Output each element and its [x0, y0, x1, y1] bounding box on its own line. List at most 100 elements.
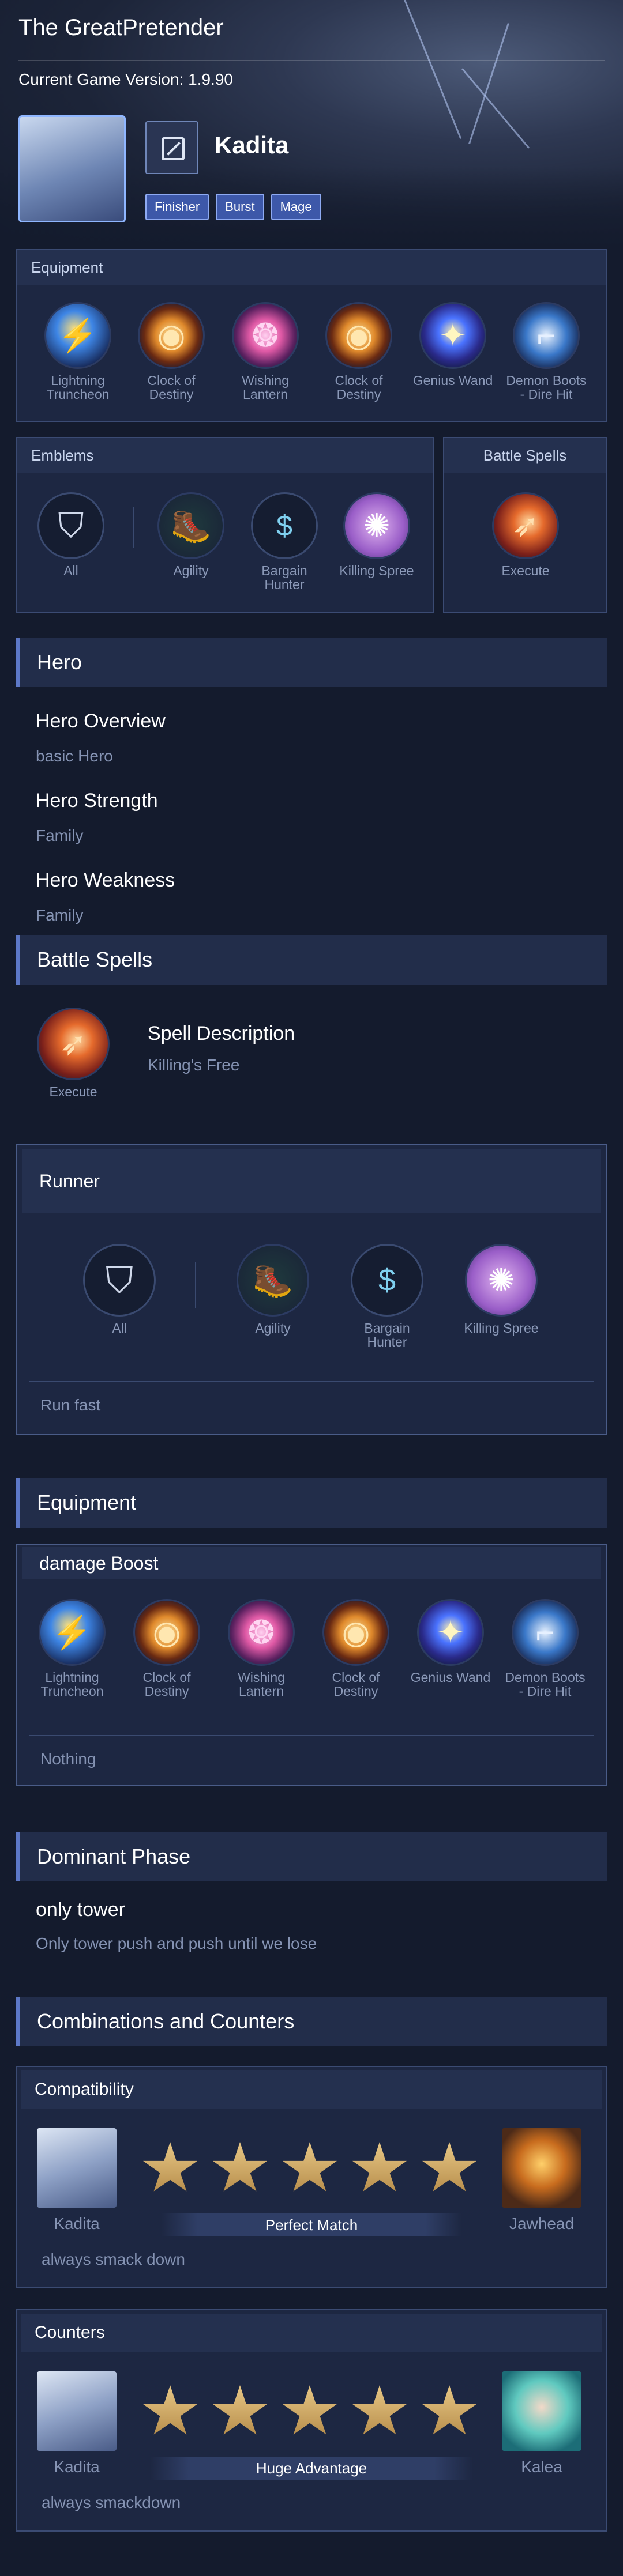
- compat-right-hero-portrait[interactable]: [502, 2128, 581, 2208]
- star-icon: [282, 2142, 337, 2192]
- build-note: Nothing: [40, 1750, 96, 1768]
- runner-emblem-killing-spree[interactable]: ✺ Killing Spree: [458, 1244, 545, 1335]
- star-icon: [352, 2385, 407, 2435]
- spell-execute-detail[interactable]: ➶ Execute: [30, 1008, 117, 1099]
- build-note-divider: [29, 1735, 594, 1736]
- compatibility-panel: Compatibility Kadita Jawhead Perfect Mat…: [16, 2066, 607, 2288]
- bargain-hunter-icon: $: [351, 1244, 423, 1317]
- tag-finisher[interactable]: Finisher: [145, 194, 209, 220]
- section-header-combinations: Combinations and Counters: [16, 1997, 607, 2046]
- star-icon: [212, 2385, 268, 2435]
- header-divider: [18, 60, 605, 61]
- counters-panel: Counters Kadita Kalea Huge Advantage alw…: [16, 2309, 607, 2532]
- spell-execute[interactable]: ➶ Execute: [482, 492, 569, 578]
- emblems-panel: Emblems ⛉ All 🥾 Agility $ Bargain Hunter…: [16, 437, 434, 613]
- equip-item-genius-wand[interactable]: ✦ Genius Wand: [410, 302, 496, 387]
- runner-emblem-all[interactable]: ⛉ All: [76, 1244, 163, 1335]
- tag-burst[interactable]: Burst: [216, 194, 264, 220]
- execute-icon: ➶: [492, 492, 559, 559]
- equip-item-clock-of-destiny-2[interactable]: ◉ Clock of Destiny: [316, 302, 402, 401]
- equip-item-wishing-lantern[interactable]: ❂ Wishing Lantern: [222, 302, 309, 401]
- dominant-phase-name: only tower: [36, 1899, 125, 1921]
- emblem-agility[interactable]: 🥾 Agility: [148, 492, 234, 578]
- emblem-bargain-hunter[interactable]: $ Bargain Hunter: [241, 492, 328, 591]
- lightning-truncheon-icon: ⚡: [44, 302, 111, 369]
- build-item-lightning-truncheon[interactable]: ⚡ Lightning Truncheon: [29, 1599, 115, 1698]
- tag-mage[interactable]: Mage: [271, 194, 321, 220]
- hero-overview-title: Hero Overview: [36, 710, 166, 732]
- spell-description-text: Killing's Free: [148, 1056, 240, 1074]
- hero-name: Kadita: [215, 131, 289, 159]
- equipment-panel: Equipment ⚡ Lightning Truncheon ◉ Clock …: [16, 249, 607, 422]
- counter-right-hero-portrait[interactable]: [502, 2371, 581, 2451]
- clock-of-destiny-icon: ◉: [325, 302, 392, 369]
- star-icon: [422, 2142, 477, 2192]
- counter-left-hero-portrait[interactable]: [37, 2371, 117, 2451]
- dominant-phase-desc: Only tower push and push until we lose: [36, 1934, 317, 1952]
- section-header-hero: Hero: [16, 638, 607, 687]
- equip-item-lightning-truncheon[interactable]: ⚡ Lightning Truncheon: [35, 302, 121, 401]
- star-icon: [282, 2385, 337, 2435]
- star-icon: [422, 2385, 477, 2435]
- build-title: damage Boost: [22, 1547, 601, 1579]
- equip-item-clock-of-destiny[interactable]: ◉ Clock of Destiny: [128, 302, 215, 401]
- emblems-panel-title: Emblems: [17, 438, 433, 473]
- build-item-wishing-lantern[interactable]: ❂ Wishing Lantern: [218, 1599, 305, 1698]
- star-icon: [212, 2142, 268, 2192]
- counter-verdict: Huge Advantage: [150, 2457, 473, 2480]
- hero-strength-title: Hero Strength: [36, 790, 158, 812]
- agility-boot-icon: 🥾: [237, 1244, 309, 1317]
- section-header-battle-spells: Battle Spells: [16, 935, 607, 985]
- build-item-genius-wand[interactable]: ✦ Genius Wand: [407, 1599, 494, 1684]
- build-item-demon-boots[interactable]: ⌐ Demon Boots - Dire Hit: [502, 1599, 588, 1698]
- section-header-dominant-phase: Dominant Phase: [16, 1832, 607, 1881]
- star-icon: [142, 2142, 198, 2192]
- hero-weakness-title: Hero Weakness: [36, 869, 175, 891]
- hero-overview-text: basic Hero: [36, 747, 113, 765]
- demon-boots-icon: ⌐: [513, 302, 580, 369]
- emblem-killing-spree[interactable]: ✺ Killing Spree: [333, 492, 420, 578]
- equip-item-demon-boots[interactable]: ⌐ Demon Boots - Dire Hit: [503, 302, 590, 401]
- compat-note: always smack down: [42, 2250, 185, 2268]
- agility-boot-icon: 🥾: [157, 492, 224, 559]
- runner-title: Runner: [22, 1149, 601, 1213]
- compat-left-hero-portrait[interactable]: [37, 2128, 117, 2208]
- spell-description-title: Spell Description: [148, 1023, 295, 1044]
- wishing-lantern-icon: ❂: [232, 302, 299, 369]
- lightning-truncheon-icon: ⚡: [39, 1599, 106, 1666]
- runner-divider: [195, 1262, 196, 1308]
- runner-emblem-bargain-hunter[interactable]: $ Bargain Hunter: [344, 1244, 430, 1349]
- hero-strength-text: Family: [36, 827, 84, 844]
- section-header-equipment: Equipment: [16, 1478, 607, 1528]
- runner-emblem-agility[interactable]: 🥾 Agility: [230, 1244, 316, 1335]
- shield-emblem-icon: ⛉: [83, 1244, 156, 1317]
- counter-left-hero-name: Kadita: [54, 2458, 100, 2476]
- compat-verdict: Perfect Match: [162, 2213, 461, 2236]
- counters-title: Counters: [21, 2314, 602, 2352]
- equipment-panel-title: Equipment: [17, 250, 606, 285]
- build-item-clock-of-destiny-2[interactable]: ◉ Clock of Destiny: [313, 1599, 399, 1698]
- hero-weakness-text: Family: [36, 906, 84, 924]
- hero-portrait: [18, 115, 126, 222]
- build-item-clock-of-destiny[interactable]: ◉ Clock of Destiny: [123, 1599, 210, 1698]
- counter-note: always smackdown: [42, 2494, 181, 2511]
- emblem-divider: [133, 507, 134, 548]
- clock-of-destiny-icon: ◉: [322, 1599, 389, 1666]
- hero-tags: Finisher Burst Mage: [145, 194, 321, 220]
- star-icon: [352, 2142, 407, 2192]
- equipment-build-panel: damage Boost ⚡ Lightning Truncheon ◉ Clo…: [16, 1544, 607, 1786]
- execute-icon: ➶: [37, 1008, 110, 1080]
- killing-spree-icon: ✺: [465, 1244, 538, 1317]
- compat-left-hero-name: Kadita: [54, 2215, 100, 2232]
- counter-right-hero-name: Kalea: [521, 2458, 562, 2476]
- emblem-all[interactable]: ⛉ All: [28, 492, 114, 578]
- bargain-hunter-icon: $: [251, 492, 318, 559]
- genius-wand-icon: ✦: [417, 1599, 484, 1666]
- runner-note: Run fast: [40, 1396, 101, 1414]
- killing-spree-icon: ✺: [343, 492, 410, 559]
- compat-right-hero-name: Jawhead: [509, 2215, 575, 2232]
- game-version: Current Game Version: 1.9.90: [18, 70, 233, 88]
- clock-of-destiny-icon: ◉: [133, 1599, 200, 1666]
- clock-of-destiny-icon: ◉: [138, 302, 205, 369]
- app-title: The GreatPretender: [18, 15, 224, 40]
